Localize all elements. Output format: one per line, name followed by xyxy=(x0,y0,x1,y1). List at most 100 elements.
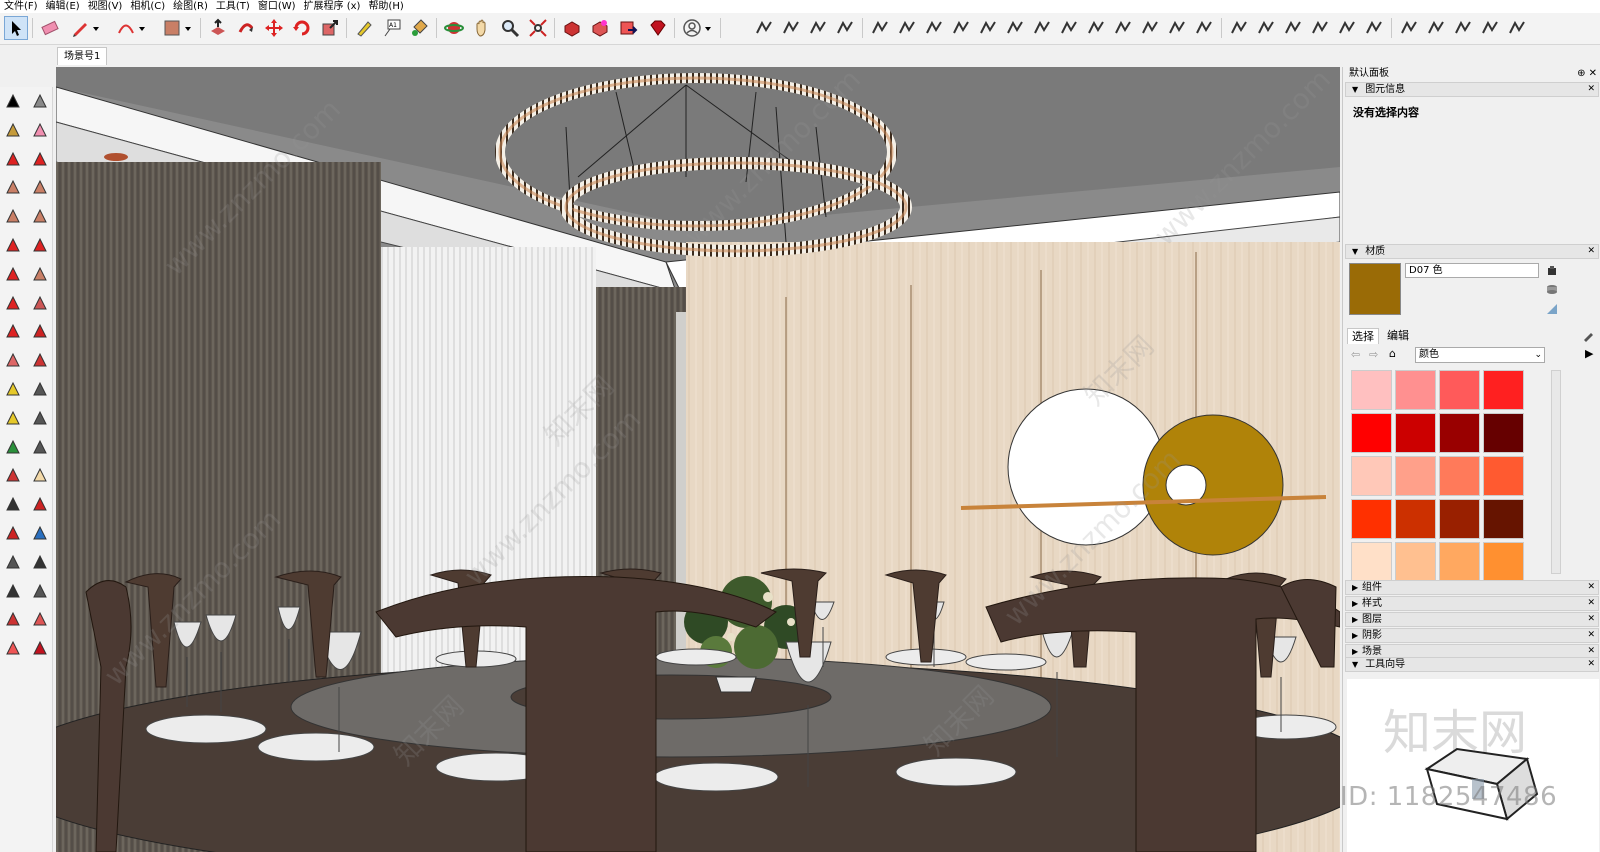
zoom-tool-button[interactable] xyxy=(1,492,25,516)
show-secondary-pane-icon[interactable] xyxy=(1545,264,1559,278)
rotate-tool-button[interactable] xyxy=(290,16,314,40)
close-icon[interactable]: ✕ xyxy=(1587,658,1595,671)
tray-section-0[interactable]: ▶ 组件 ✕ xyxy=(1345,580,1599,595)
tray-section-2[interactable]: ▶ 图层 ✕ xyxy=(1345,612,1599,627)
move-tool-button[interactable] xyxy=(1,291,25,315)
menu-draw[interactable]: 绘图(R) xyxy=(169,0,212,13)
color-swatch[interactable] xyxy=(1395,370,1436,410)
color-swatch[interactable] xyxy=(1439,542,1480,582)
push-pull-tool-button[interactable] xyxy=(206,16,230,40)
weld-plugin-button[interactable] xyxy=(1030,16,1054,40)
color-swatch[interactable] xyxy=(1351,413,1392,453)
materials-header[interactable]: ▼ 材质 ✕ xyxy=(1345,244,1599,259)
joint-plugin-button[interactable] xyxy=(868,16,892,40)
tab-edit[interactable]: 编辑 xyxy=(1383,328,1413,344)
color-swatch[interactable] xyxy=(1439,499,1480,539)
color-swatch[interactable] xyxy=(1395,499,1436,539)
zoom-window-tool-button[interactable] xyxy=(28,492,52,516)
polygon-tool-button[interactable] xyxy=(28,204,52,228)
layers-plugin-button[interactable] xyxy=(1138,16,1162,40)
color-swatch[interactable] xyxy=(1439,413,1480,453)
three-point-arc-tool-button[interactable] xyxy=(1,262,25,286)
color-swatch[interactable] xyxy=(1351,456,1392,496)
follow-me-tool-button[interactable] xyxy=(234,16,258,40)
close-icon[interactable]: ✕ xyxy=(1587,613,1595,626)
look-around-tool-button[interactable] xyxy=(28,550,52,574)
menu-view[interactable]: 视图(V) xyxy=(84,0,127,13)
stairs-plugin-button[interactable] xyxy=(752,16,776,40)
create-material-icon[interactable] xyxy=(1545,282,1559,296)
select-tool-button[interactable] xyxy=(4,16,28,40)
swatch-scrollbar[interactable] xyxy=(1551,370,1561,574)
text-tool-button[interactable]: A1 xyxy=(380,16,404,40)
two-point-arc-tool-button[interactable] xyxy=(28,233,52,257)
current-material-swatch[interactable] xyxy=(1349,263,1401,315)
zoom-extents-tool-button[interactable] xyxy=(526,16,550,40)
color-swatch[interactable] xyxy=(1483,370,1524,410)
home-icon[interactable]: ⌂ xyxy=(1389,347,1396,360)
orbit-tool-button[interactable] xyxy=(1,463,25,487)
color-swatch[interactable] xyxy=(1439,456,1480,496)
chain-plugin-button[interactable] xyxy=(1254,16,1278,40)
details-arrow-icon[interactable]: ▶ xyxy=(1585,347,1593,360)
forward-arrow-icon[interactable]: ⇨ xyxy=(1369,348,1378,361)
rectangle-tool-button[interactable] xyxy=(160,16,184,40)
pan-tool-button[interactable] xyxy=(28,463,52,487)
color-swatch[interactable] xyxy=(1483,499,1524,539)
fence-plugin-button[interactable] xyxy=(1335,16,1359,40)
dimension-tool-button[interactable] xyxy=(28,377,52,401)
close-icon[interactable]: ✕ xyxy=(1587,629,1595,642)
position-camera-tool-button[interactable] xyxy=(1,550,25,574)
line-tool-dropdown[interactable] xyxy=(90,16,102,40)
follow-me-tool-button[interactable] xyxy=(28,319,52,343)
ramp-plugin-button[interactable] xyxy=(806,16,830,40)
color-swatch[interactable] xyxy=(1395,413,1436,453)
line-tool-button[interactable] xyxy=(68,16,92,40)
close-icon[interactable]: ✕ xyxy=(1587,83,1595,96)
eraser-tool-button[interactable] xyxy=(28,118,52,142)
tape-measure-tool-button[interactable] xyxy=(352,16,376,40)
doc-plugin-button[interactable] xyxy=(1451,16,1475,40)
shape-tool-dropdown[interactable] xyxy=(182,16,194,40)
columns-plugin-button[interactable] xyxy=(1362,16,1386,40)
pan-tool-button[interactable] xyxy=(470,16,494,40)
tray-section-3[interactable]: ▶ 阴影 ✕ xyxy=(1345,628,1599,643)
box-plugin-button[interactable] xyxy=(1165,16,1189,40)
scale-tool-button[interactable] xyxy=(318,16,342,40)
array-plugin-button[interactable] xyxy=(895,16,919,40)
color-swatch[interactable] xyxy=(1395,456,1436,496)
wave-plugin-button[interactable] xyxy=(1281,16,1305,40)
menu-help[interactable]: 帮助(H) xyxy=(364,0,407,13)
bridge-plugin-button[interactable] xyxy=(976,16,1000,40)
loop-plugin-button[interactable] xyxy=(1003,16,1027,40)
color-swatch[interactable] xyxy=(1351,542,1392,582)
color-swatch[interactable] xyxy=(1483,413,1524,453)
rotated-rectangle-tool-button[interactable] xyxy=(28,175,52,199)
menu-window[interactable]: 窗口(W) xyxy=(254,0,300,13)
zoom-extents-tool-button[interactable] xyxy=(1,521,25,545)
back-arrow-icon[interactable]: ⇦ xyxy=(1351,348,1360,361)
eraser-tool-button[interactable] xyxy=(38,16,62,40)
default-material-icon[interactable] xyxy=(1545,302,1559,316)
color-swatch[interactable] xyxy=(1483,542,1524,582)
sample-paint-icon[interactable] xyxy=(1581,329,1595,343)
freehand-tool-button[interactable] xyxy=(28,147,52,171)
push-pull-tool-button[interactable] xyxy=(28,291,52,315)
pen-plugin-button[interactable] xyxy=(1111,16,1135,40)
axes-tool-button[interactable] xyxy=(1,435,25,459)
menu-extensions[interactable]: 扩展程序 (x) xyxy=(300,0,365,13)
share-model-tool-button[interactable] xyxy=(1,636,25,660)
material-name-field[interactable]: D07 色 xyxy=(1405,263,1539,278)
paint-bucket-tool-button[interactable] xyxy=(408,16,432,40)
shelf-plugin-button[interactable] xyxy=(779,16,803,40)
color-swatch[interactable] xyxy=(1351,499,1392,539)
zoom-tool-button[interactable] xyxy=(498,16,522,40)
spiral-plugin-button[interactable] xyxy=(1308,16,1332,40)
pie-tool-button[interactable] xyxy=(28,262,52,286)
extension-warehouse-tool-button[interactable] xyxy=(28,607,52,631)
figure-plugin-button[interactable] xyxy=(1478,16,1502,40)
text-tool-button[interactable] xyxy=(28,406,52,430)
move-tool-button[interactable] xyxy=(262,16,286,40)
make-component-tool-button[interactable] xyxy=(28,89,52,113)
account-dropdown[interactable] xyxy=(702,16,714,40)
